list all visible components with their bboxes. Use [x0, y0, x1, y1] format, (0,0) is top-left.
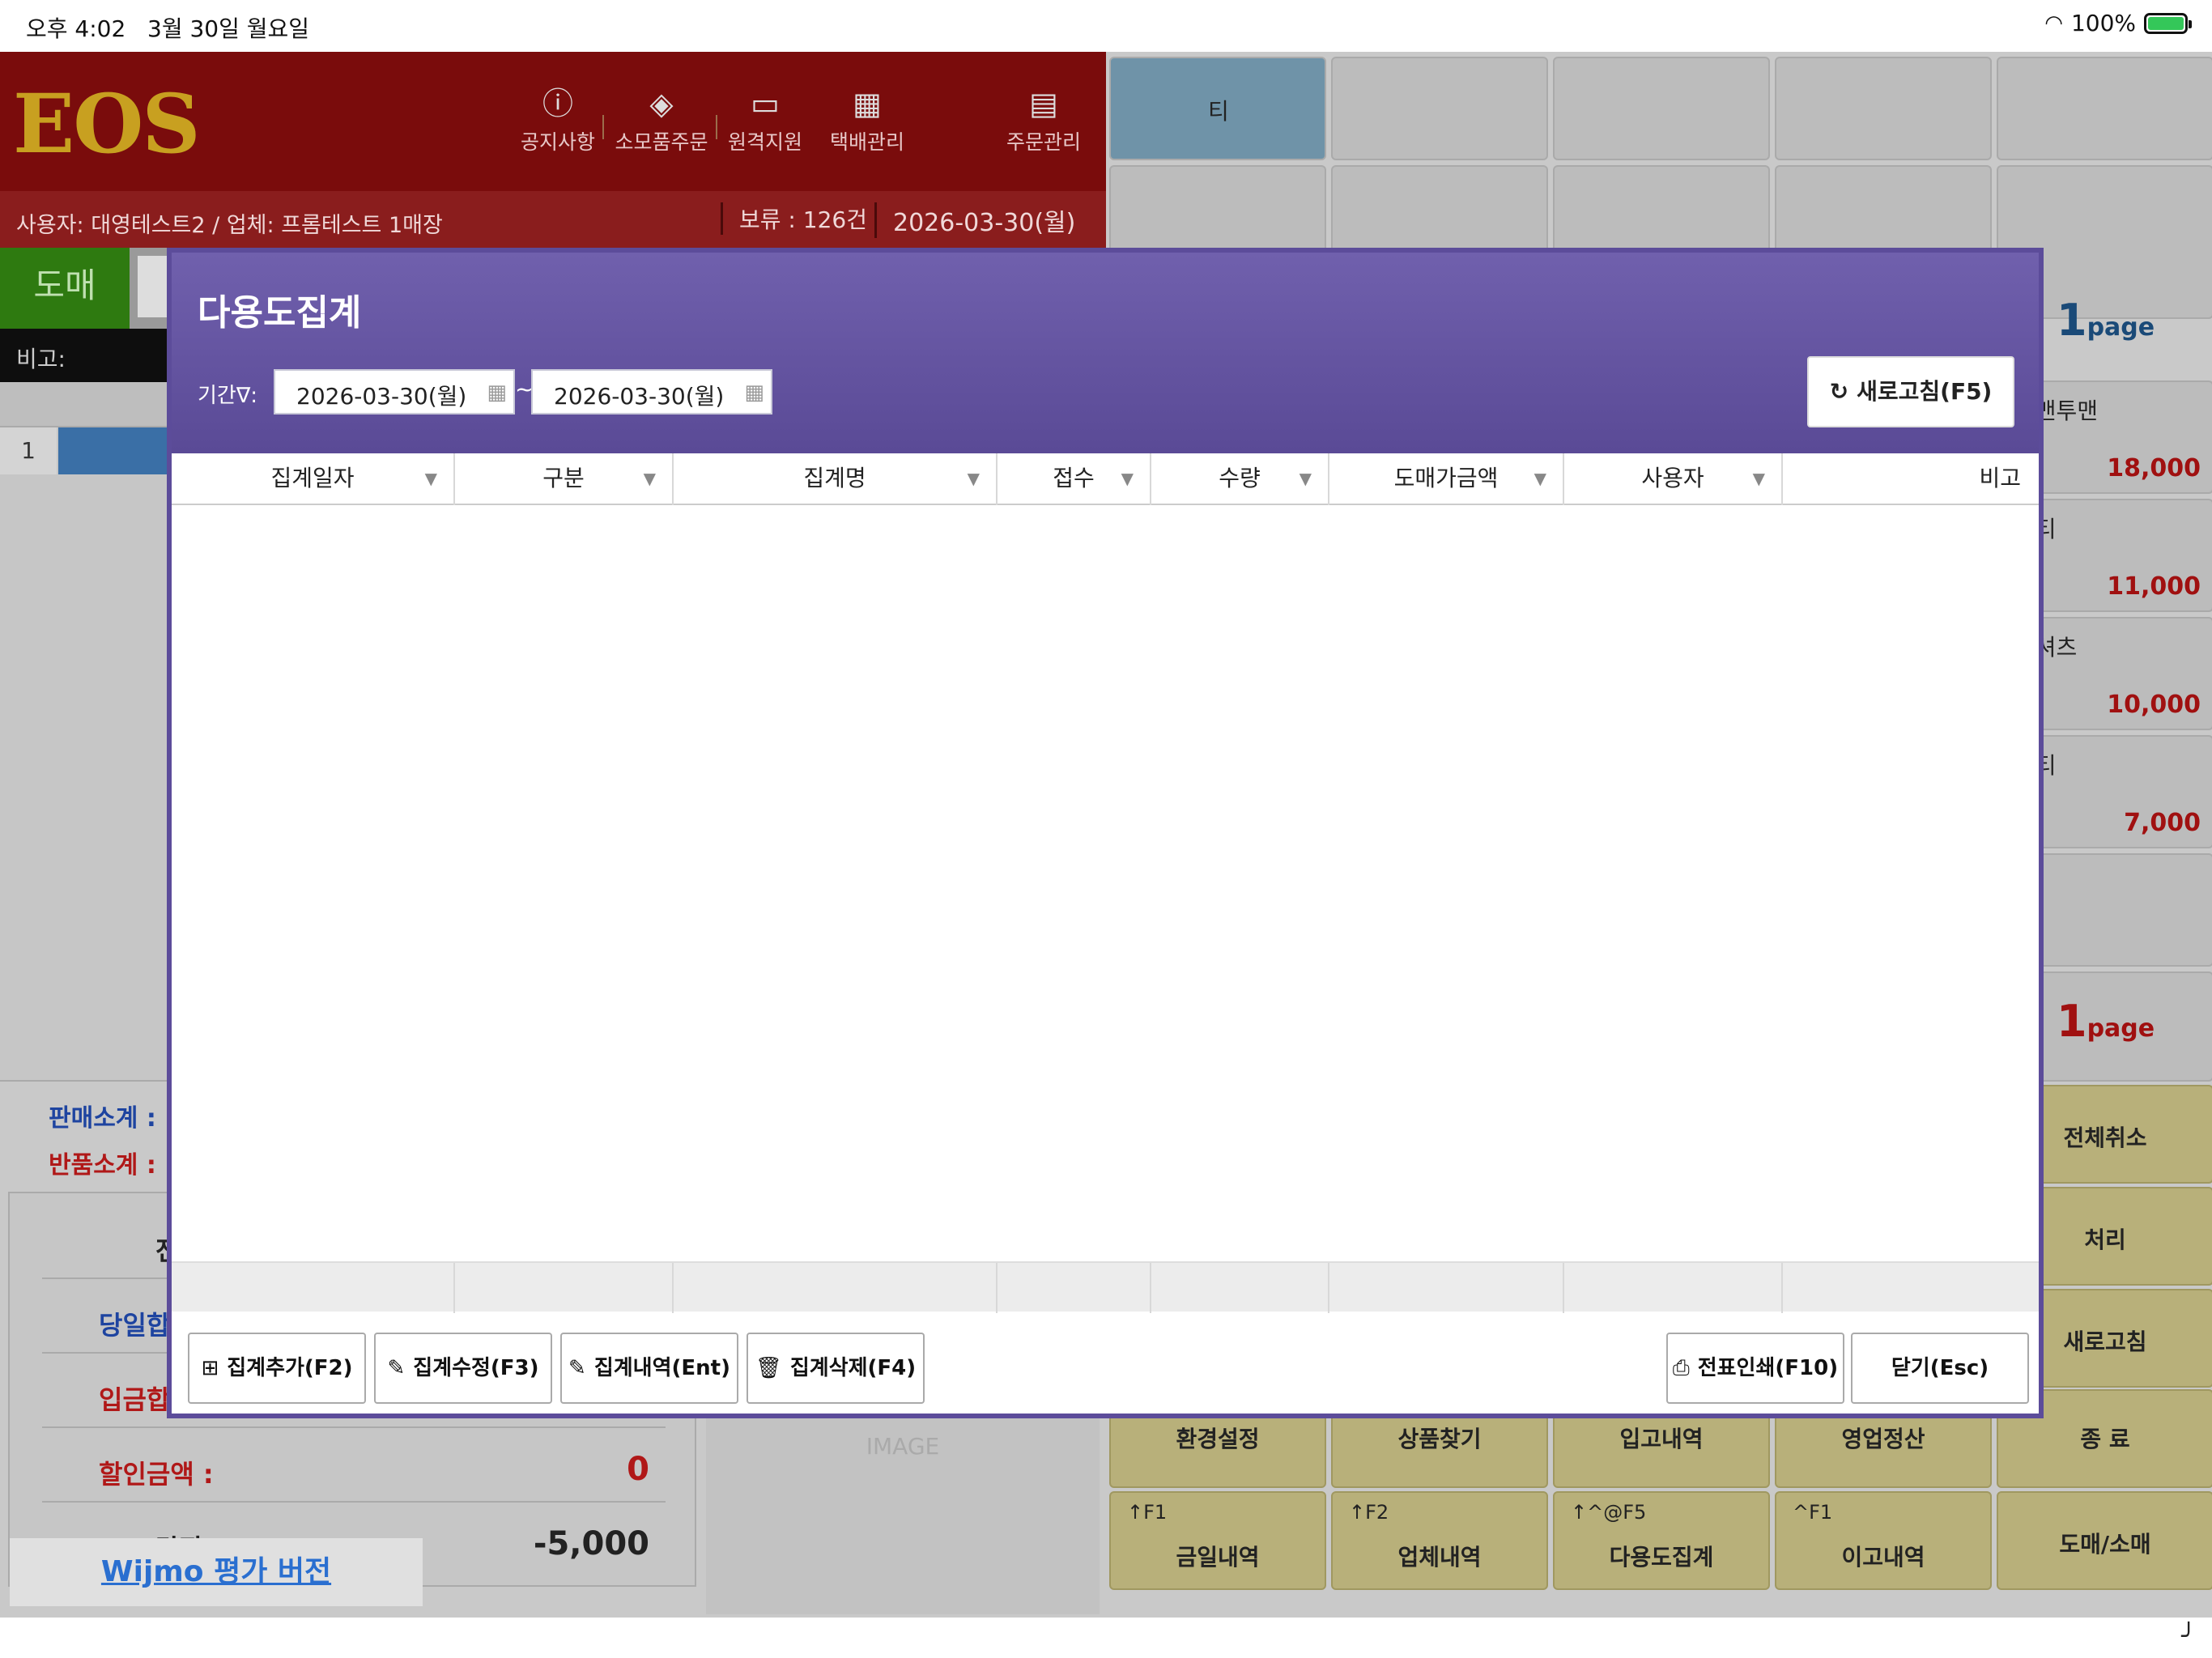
product-page-top: 1page [2057, 295, 2155, 346]
clipboard-icon: ▤ [1029, 86, 1058, 121]
menu-notice[interactable]: ⓘ 공지사항 [505, 87, 610, 155]
refresh-icon: ↻ [1829, 378, 1849, 405]
date-from-input[interactable]: 2026-03-30(월) ▦ [274, 369, 515, 414]
refresh-button[interactable]: ↻ 새로고침(F5) [1807, 356, 2014, 427]
pencil-icon: ✎ [387, 1356, 406, 1380]
calendar-icon[interactable]: ▦ [487, 380, 507, 405]
column-header[interactable]: 사용자 ▼ [1564, 453, 1783, 505]
product-page-bottom: 1page [2057, 996, 2155, 1047]
period-label[interactable]: 기간∇: [198, 379, 257, 409]
column-header[interactable]: 비고 [1783, 453, 2039, 505]
wijmo-watermark[interactable]: Wijmo 평가 버전 (5.20241.9) [10, 1538, 423, 1658]
menu-delivery[interactable]: ▦ 택배관리 [815, 87, 920, 155]
menu-order-management[interactable]: ▤ 주문관리 [991, 87, 1096, 155]
app-logo: EOS [13, 76, 201, 172]
column-header[interactable]: 구분 ▼ [455, 453, 674, 505]
multi-aggregate-button[interactable]: ↑^@F5 다용도집계 [1553, 1491, 1770, 1590]
resize-handle-icon[interactable]: ╯ [2181, 1622, 2196, 1651]
date-to-input[interactable]: 2026-03-30(월) ▦ [531, 369, 772, 414]
close-button[interactable]: 닫기(Esc) [1851, 1333, 2029, 1404]
dialog-header: 다용도집계 기간∇: 2026-03-30(월) ▦ ~ 2026-03-30(… [172, 253, 2039, 453]
user-bar: 사용자: 대영테스트2 / 업체: 프롬테스트 1매장 보류 : 126건 20… [0, 191, 1106, 248]
user-info: 사용자: 대영테스트2 / 업체: 프롬테스트 1매장 [16, 213, 443, 238]
delete-aggregate-button[interactable]: 🗑 집계삭제(F4) [747, 1333, 925, 1404]
filter-icon[interactable]: ▼ [1753, 453, 1765, 504]
product-tile[interactable]: 티 [1109, 57, 1326, 160]
trash-icon: 🗑 [755, 1356, 782, 1380]
product-image: IMAGE [706, 1412, 1100, 1614]
status-bar: 오후 4:02 3월 30일 월요일 ◠ 100% [0, 0, 2212, 52]
battery-icon [2144, 12, 2192, 34]
filter-icon[interactable]: ▼ [1300, 453, 1312, 504]
box-icon: ▦ [853, 86, 882, 121]
product-tile[interactable] [1553, 57, 1770, 160]
grid-header: 집계일자 ▼ 구분 ▼ 집계명 ▼ 접수 ▼ 수량 ▼ 도매가금액 ▼ 사용자 ▼ 비고 [172, 453, 2039, 505]
column-header[interactable]: 도매가금액 ▼ [1329, 453, 1564, 505]
remark-label: 비고: [16, 346, 66, 372]
wifi-icon: ◠ [2044, 11, 2063, 36]
bottom-bar: ╯ [0, 1618, 2212, 1658]
print-slip-button[interactable]: ⎙ 전표인쇄(F10) [1666, 1333, 1844, 1404]
status-time: 오후 4:02 [26, 15, 126, 42]
calendar-icon[interactable]: ▦ [744, 380, 764, 405]
column-header[interactable]: 집계명 ▼ [674, 453, 998, 505]
pencil-icon: ✎ [568, 1356, 586, 1380]
aggregate-grid: 집계일자 ▼ 구분 ▼ 집계명 ▼ 접수 ▼ 수량 ▼ 도매가금액 ▼ 사용자 ▼ 비고 [172, 453, 2039, 1313]
filter-icon[interactable]: ▼ [644, 453, 656, 504]
discount-value: 0 [627, 1451, 649, 1488]
discount-row: 할인금액 : 0 [42, 1430, 666, 1503]
return-subtotal-label: 반품소계 : [49, 1151, 156, 1180]
filter-icon[interactable]: ▼ [968, 453, 980, 504]
balance-value: -5,000 [533, 1525, 649, 1562]
battery-percent: 100% [2070, 10, 2136, 36]
vendor-history-button[interactable]: ↑F2 업체내역 [1331, 1491, 1548, 1590]
sale-subtotal-label: 판매소계 : [49, 1104, 156, 1133]
transfer-history-button[interactable]: ^F1 이고내역 [1775, 1491, 1992, 1590]
filter-icon[interactable]: ▼ [1121, 453, 1134, 504]
product-tile[interactable] [1997, 57, 2212, 160]
today-history-button[interactable]: ↑F1 금일내역 [1109, 1491, 1326, 1590]
column-header[interactable]: 집계일자 ▼ [172, 453, 455, 505]
filter-icon[interactable]: ▼ [425, 453, 437, 504]
filter-icon[interactable]: ▼ [1534, 453, 1546, 504]
status-date: 3월 30일 월요일 [147, 15, 310, 42]
dialog-title: 다용도집계 [198, 292, 362, 334]
grid-footer [172, 1261, 2039, 1313]
printer-icon: ⎙ [1672, 1356, 1690, 1380]
plus-square-icon: ⊞ [201, 1356, 219, 1380]
layers-icon: ◈ [649, 86, 674, 121]
edit-aggregate-button[interactable]: ✎ 집계수정(F3) [374, 1333, 552, 1404]
hold-count[interactable]: 보류 : 126건 [721, 202, 867, 235]
product-tile[interactable] [1331, 57, 1548, 160]
wholesale-retail-button[interactable]: 도매/소매 [1997, 1491, 2212, 1590]
aggregate-dialog: 다용도집계 기간∇: 2026-03-30(월) ▦ ~ 2026-03-30(… [167, 248, 2044, 1418]
add-aggregate-button[interactable]: ⊞ 집계추가(F2) [188, 1333, 366, 1404]
business-date: 2026-03-30(월) [874, 202, 1075, 238]
product-tile[interactable] [1775, 57, 1992, 160]
aggregate-detail-button[interactable]: ✎ 집계내역(Ent) [560, 1333, 738, 1404]
row-number: 1 [0, 427, 57, 474]
menu-supplies-order[interactable]: ◈ 소모품주문 [609, 87, 714, 155]
mode-button[interactable]: 도매 [0, 248, 130, 329]
laptop-icon: ▭ [751, 86, 780, 121]
menu-remote-support[interactable]: ▭ 원격지원 [713, 87, 818, 155]
column-header[interactable]: 접수 ▼ [998, 453, 1151, 505]
column-header[interactable]: 수량 ▼ [1151, 453, 1329, 505]
alert-icon: ⓘ [542, 86, 573, 121]
